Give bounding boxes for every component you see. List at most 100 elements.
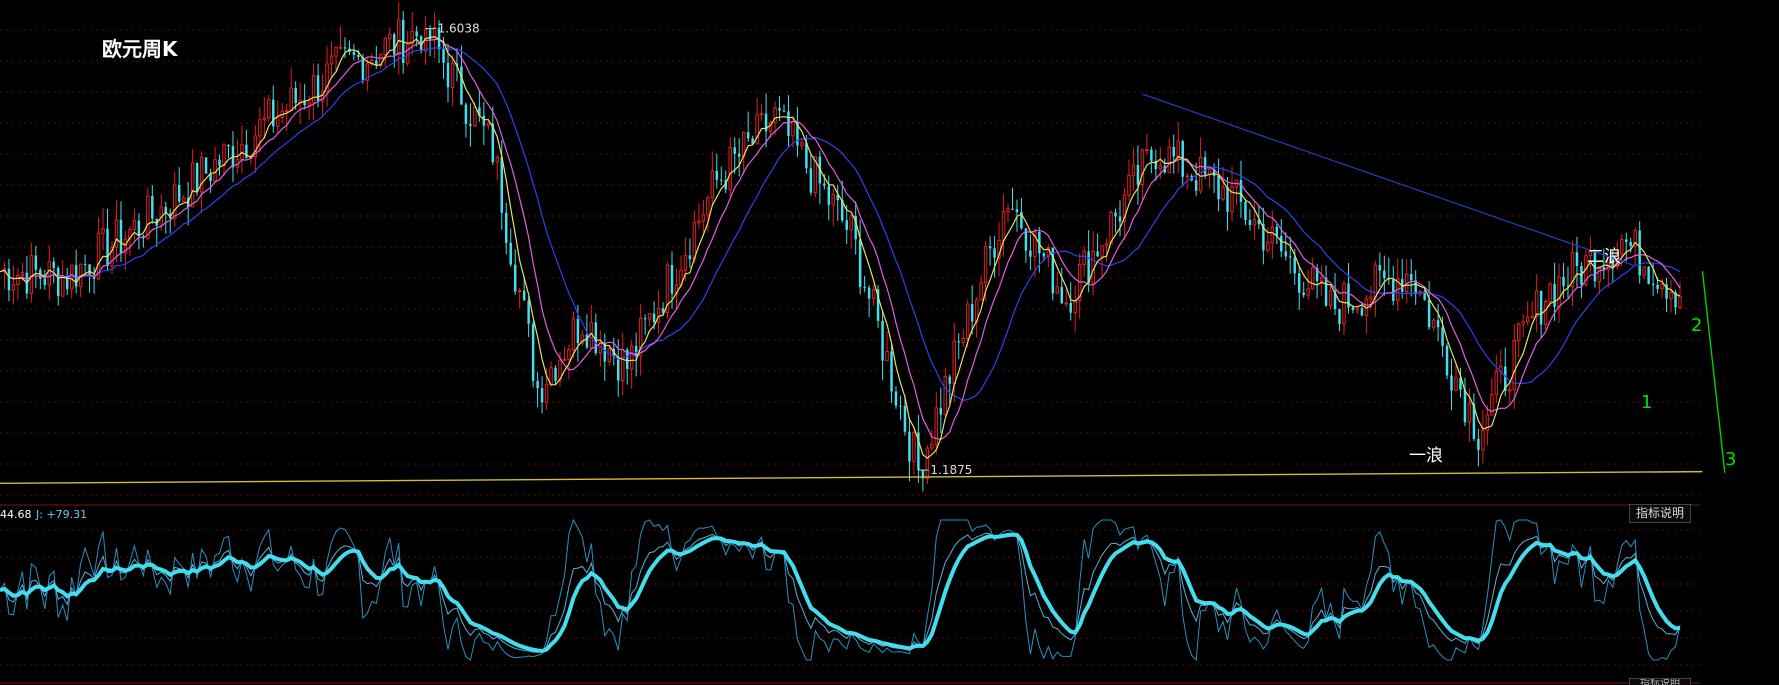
candle: [1324, 265, 1328, 308]
candle: [1104, 238, 1109, 262]
candle: [1262, 207, 1265, 265]
candle: [1338, 308, 1341, 332]
candle: [1060, 267, 1064, 305]
candle: [589, 305, 594, 349]
candle: [1557, 263, 1561, 323]
candle: [1096, 233, 1099, 257]
candle: [388, 27, 392, 50]
candle: [697, 203, 701, 229]
candle: [1203, 151, 1207, 179]
candle: [540, 376, 544, 414]
candle: [1328, 285, 1333, 310]
candle: [1154, 149, 1158, 181]
candle: [52, 257, 56, 284]
candle: [899, 395, 902, 420]
candle: [939, 387, 943, 434]
candle: [674, 268, 679, 310]
candle: [1364, 294, 1369, 334]
candle: [1566, 266, 1570, 298]
candle: [562, 346, 567, 361]
candle: [536, 371, 539, 408]
candle: [912, 430, 916, 475]
candle: [1297, 265, 1301, 311]
indicator-help-button[interactable]: 指标说明: [1629, 504, 1691, 523]
candle: [1136, 145, 1140, 205]
candle: [1383, 255, 1386, 296]
candle: [1494, 355, 1499, 404]
candle: [809, 155, 813, 196]
candle: [1198, 137, 1203, 194]
candle: [177, 167, 181, 204]
candle: [396, 1, 401, 75]
candle: [1580, 262, 1583, 299]
candle: [647, 313, 652, 327]
candle: [114, 200, 119, 263]
candle: [7, 258, 11, 302]
wave2-label: 二浪: [1587, 247, 1621, 267]
candle: [1454, 363, 1458, 392]
candle: [1392, 265, 1395, 306]
candle: [1534, 274, 1539, 333]
candle: [491, 106, 495, 165]
candle: [65, 267, 69, 296]
candle: [1319, 265, 1324, 297]
candle: [1011, 187, 1014, 210]
indicator-help-button-lower[interactable]: 指标说明: [1629, 678, 1691, 685]
candle: [146, 188, 150, 241]
candle: [1445, 343, 1449, 380]
candle: [464, 102, 468, 138]
candle: [25, 256, 29, 299]
candle: [720, 166, 723, 186]
candle: [1404, 259, 1409, 304]
candle: [1575, 236, 1579, 287]
candle: [186, 181, 190, 226]
indicator-grid: [0, 529, 1700, 666]
candle: [1516, 322, 1521, 358]
candle: [1226, 177, 1229, 231]
candle: [607, 345, 612, 366]
candle: [74, 249, 78, 294]
candle: [2, 262, 7, 289]
candle: [638, 303, 643, 376]
candle: [1029, 234, 1032, 271]
candle: [710, 151, 715, 207]
candle: [1525, 301, 1530, 326]
candle: [1288, 236, 1292, 274]
candle: [1244, 198, 1247, 226]
candle: [634, 332, 638, 377]
candle: [885, 331, 889, 362]
candle: [78, 263, 83, 298]
candle: [782, 104, 786, 113]
candle: [303, 84, 306, 110]
candle: [1347, 262, 1350, 314]
candle: [218, 154, 221, 176]
candle: [1396, 258, 1400, 311]
candle: [1118, 200, 1122, 237]
candle: [1669, 279, 1673, 313]
candle: [1172, 134, 1176, 174]
candle: [280, 103, 284, 123]
candle: [1024, 228, 1028, 263]
candle: [43, 269, 47, 290]
candle: [450, 54, 455, 106]
candle: [957, 333, 960, 360]
candle: [1163, 158, 1167, 175]
support-line: [0, 470, 1703, 485]
candle: [432, 12, 437, 58]
indicator-k-readout: 44.68: [0, 508, 32, 521]
candle: [56, 265, 60, 306]
candle: [665, 261, 670, 319]
candle: [1127, 159, 1131, 201]
candle: [1431, 317, 1436, 332]
price-grid: [0, 29, 1700, 496]
candle: [16, 267, 20, 301]
candle: [943, 367, 948, 416]
candle: [831, 188, 836, 226]
candle: [908, 418, 911, 482]
kdj-indicator: [0, 518, 1681, 662]
candle: [764, 93, 768, 148]
candle: [209, 168, 212, 193]
candle: [688, 238, 692, 269]
candle: [1230, 166, 1234, 222]
candle: [311, 63, 316, 121]
